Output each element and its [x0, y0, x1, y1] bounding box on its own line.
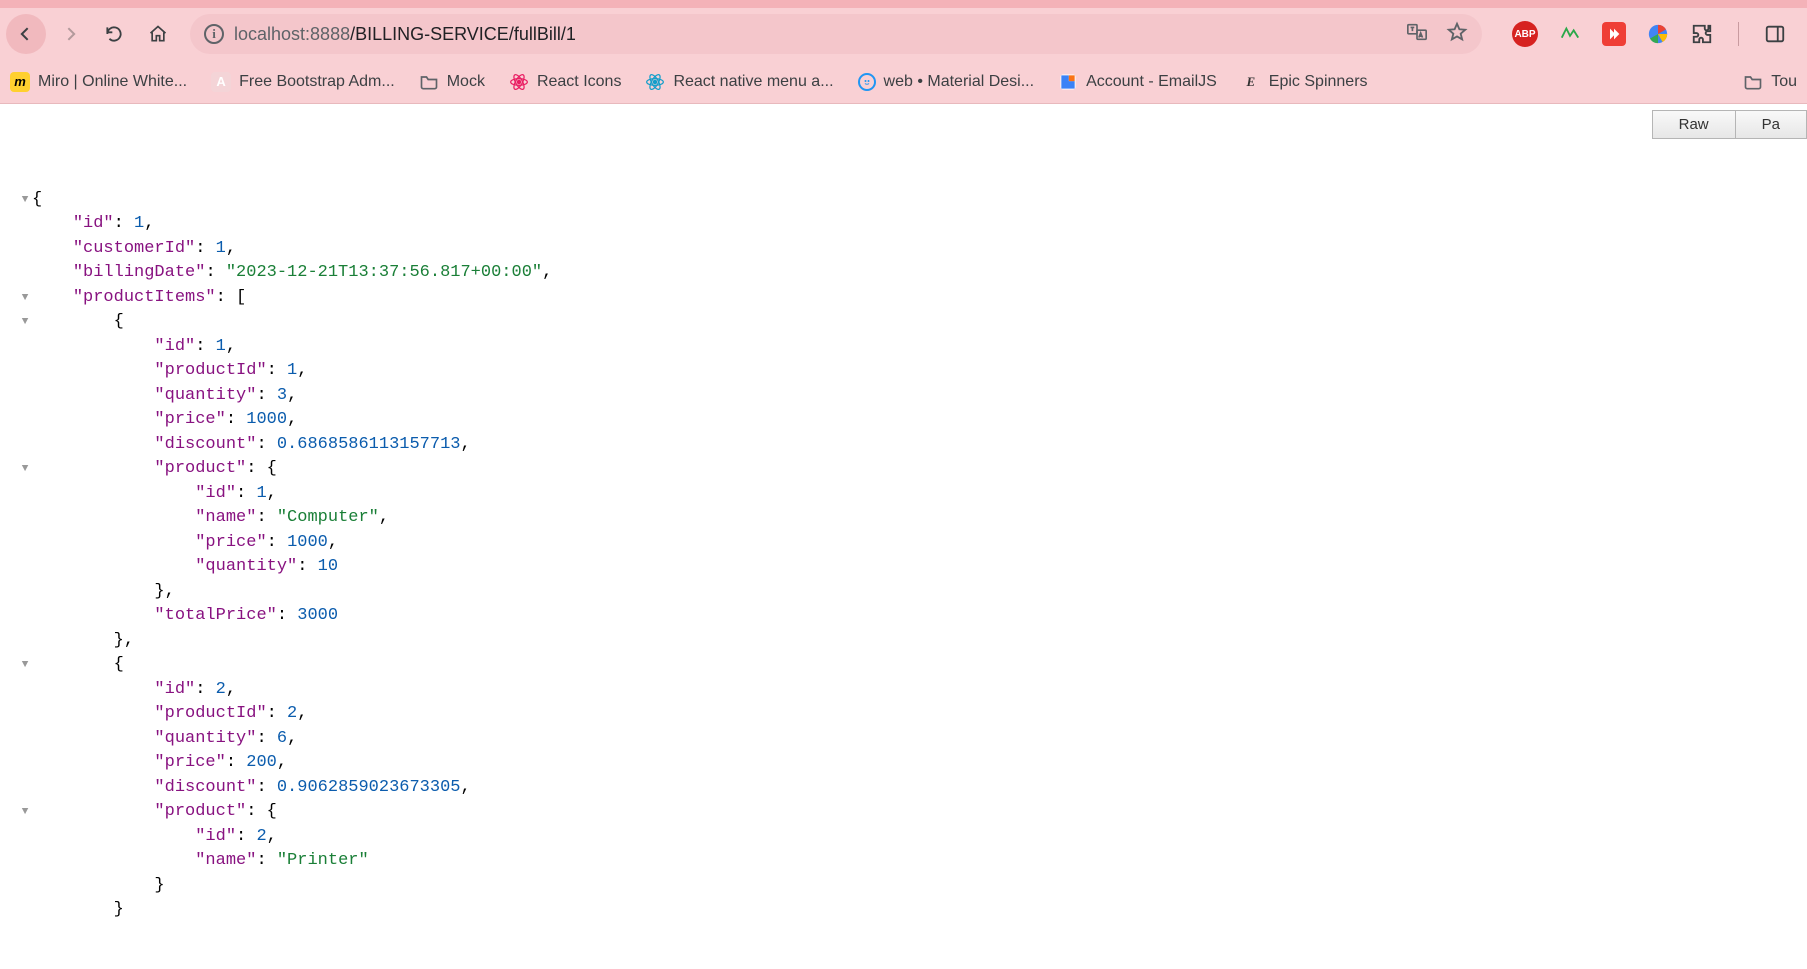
- bookmark-react-native[interactable]: React native menu a...: [645, 72, 833, 92]
- bookmark-mock[interactable]: Mock: [419, 72, 485, 92]
- parsed-button[interactable]: Pa: [1736, 110, 1807, 139]
- anydesk-extension-icon[interactable]: [1602, 22, 1626, 46]
- home-button[interactable]: [138, 14, 178, 54]
- back-button[interactable]: [6, 14, 46, 54]
- abp-extension-icon[interactable]: ABP: [1512, 21, 1538, 47]
- json-viewer: Raw Pa ▼{ "id": 1, "customerId": 1, "bil…: [0, 104, 1807, 969]
- bookmark-label: web • Material Desi...: [884, 73, 1035, 91]
- bookmark-miro[interactable]: m Miro | Online White...: [10, 72, 187, 92]
- devtools-extension-icon[interactable]: [1558, 22, 1582, 46]
- bookmark-emailjs[interactable]: Account - EmailJS: [1058, 72, 1217, 92]
- raw-button[interactable]: Raw: [1652, 110, 1736, 139]
- address-bar[interactable]: i localhost:8888/BILLING-SERVICE/fullBil…: [190, 14, 1482, 54]
- translate-icon[interactable]: [1406, 21, 1428, 48]
- bookmark-label: React native menu a...: [673, 73, 833, 91]
- bookmark-label: Miro | Online White...: [38, 73, 187, 91]
- browser-chrome: i localhost:8888/BILLING-SERVICE/fullBil…: [0, 0, 1807, 104]
- bookmark-label: Account - EmailJS: [1086, 73, 1217, 91]
- bookmark-label: Free Bootstrap Adm...: [239, 73, 395, 91]
- bookmark-label: Tou: [1771, 73, 1797, 91]
- collapse-toggle-icon[interactable]: ▼: [18, 310, 32, 335]
- extensions-puzzle-icon[interactable]: [1690, 22, 1714, 46]
- bookmark-bootstrap[interactable]: A Free Bootstrap Adm...: [211, 72, 395, 92]
- tab-strip: [0, 0, 1807, 8]
- bookmarks-bar: m Miro | Online White... A Free Bootstra…: [0, 60, 1807, 104]
- collapse-toggle-icon[interactable]: ▼: [18, 457, 32, 482]
- bookmark-label: Epic Spinners: [1269, 73, 1368, 91]
- bookmark-star-icon[interactable]: [1446, 21, 1468, 48]
- bookmark-react-icons[interactable]: React Icons: [509, 72, 621, 92]
- forward-button[interactable]: [50, 14, 90, 54]
- view-mode-buttons: Raw Pa: [1652, 110, 1807, 139]
- collapse-toggle-icon[interactable]: ▼: [18, 653, 32, 678]
- bookmark-label: Mock: [447, 73, 485, 91]
- collapse-toggle-icon[interactable]: ▼: [18, 286, 32, 311]
- bookmark-material[interactable]: web • Material Desi...: [858, 73, 1035, 91]
- folder-icon: [419, 72, 439, 92]
- extensions-area: ABP: [1494, 21, 1801, 47]
- site-info-icon[interactable]: i: [204, 24, 224, 44]
- url-text: localhost:8888/BILLING-SERVICE/fullBill/…: [234, 24, 576, 45]
- side-panel-icon[interactable]: [1763, 22, 1787, 46]
- toolbar: i localhost:8888/BILLING-SERVICE/fullBil…: [0, 8, 1807, 60]
- reload-button[interactable]: [94, 14, 134, 54]
- bookmark-label: React Icons: [537, 73, 621, 91]
- folder-icon: [1743, 72, 1763, 92]
- bookmark-right-folder[interactable]: Tou: [1743, 72, 1797, 92]
- color-extension-icon[interactable]: [1646, 22, 1670, 46]
- collapse-toggle-icon[interactable]: ▼: [18, 188, 32, 213]
- bookmark-epic-spinners[interactable]: E Epic Spinners: [1241, 72, 1368, 92]
- toolbar-divider: [1738, 22, 1739, 46]
- collapse-toggle-icon[interactable]: ▼: [18, 800, 32, 825]
